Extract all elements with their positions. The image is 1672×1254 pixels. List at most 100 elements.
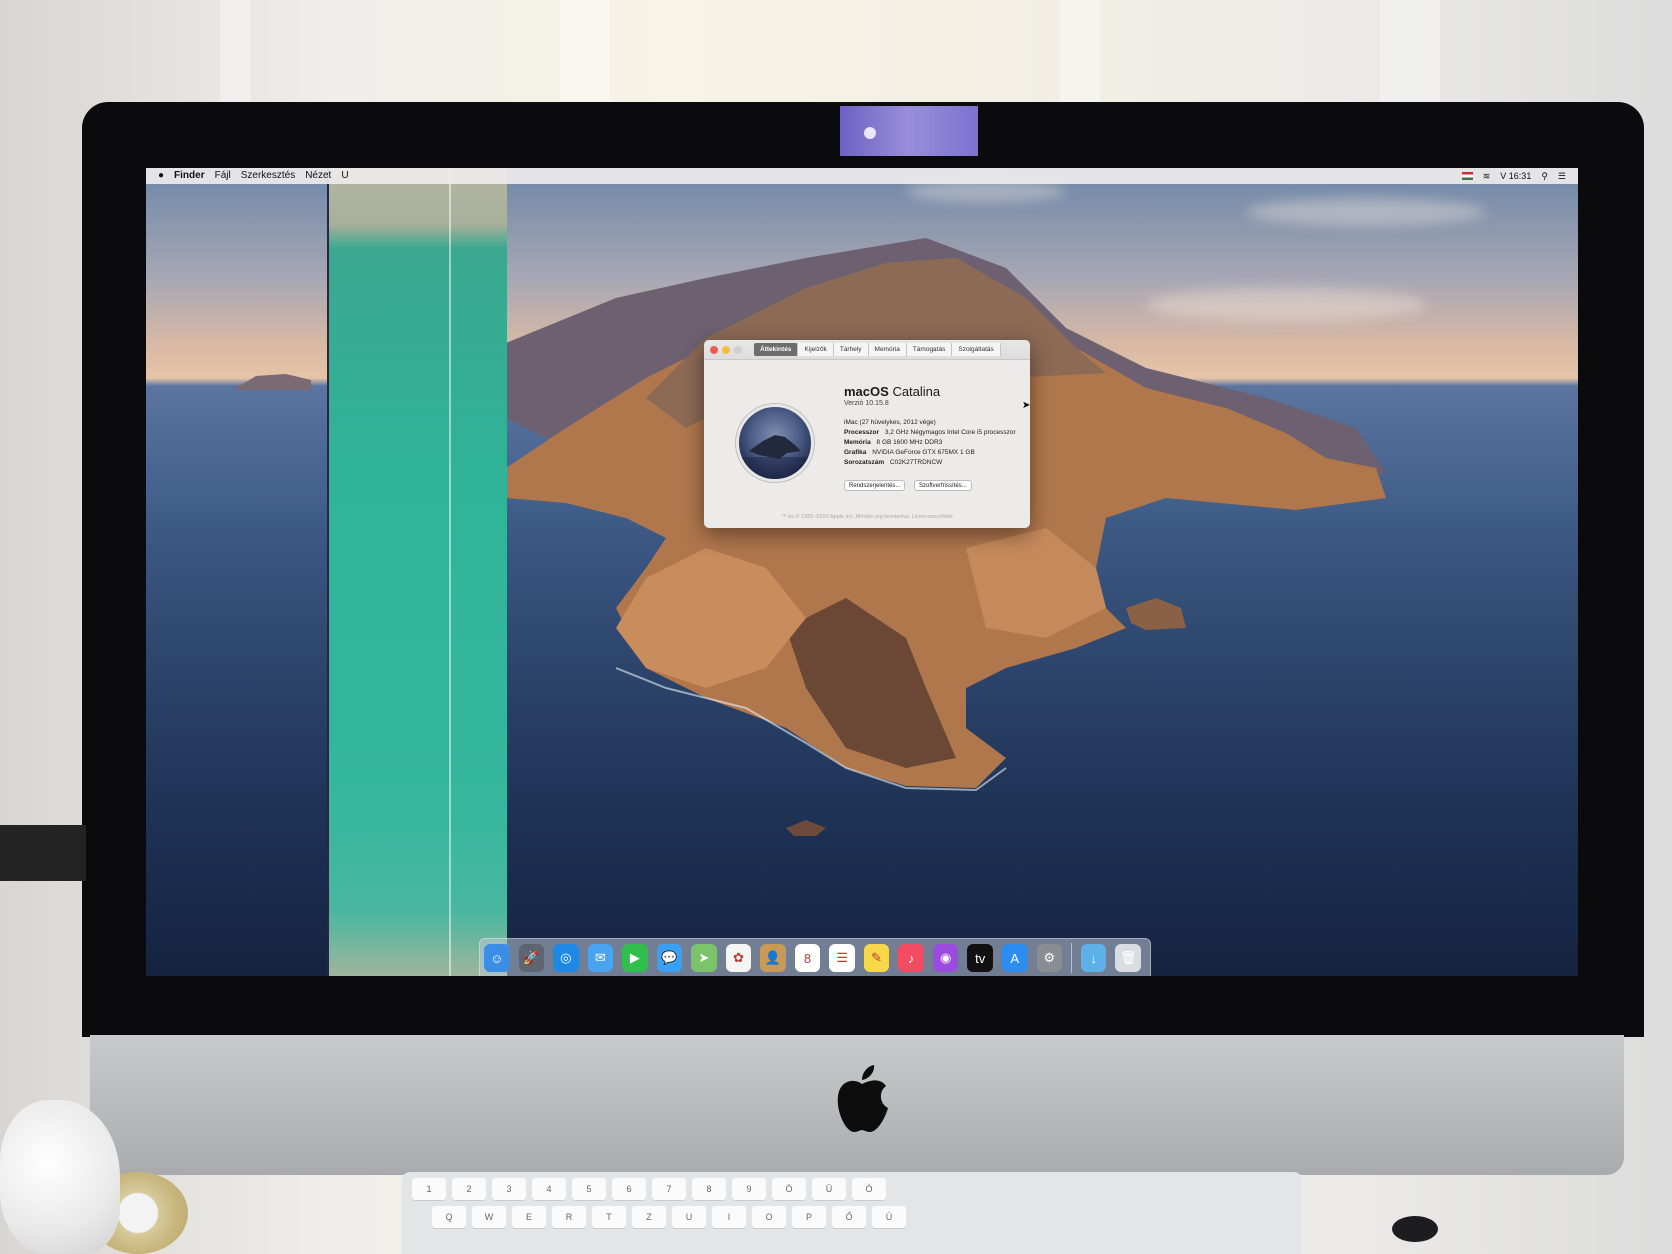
keyboard-key: 5: [572, 1178, 606, 1200]
keyboard-key: 9: [732, 1178, 766, 1200]
music-icon[interactable]: ♪: [898, 944, 924, 972]
menu-file[interactable]: Fájl: [215, 168, 231, 184]
spec-row-graphics: Grafika NVIDIA GeForce GTX 675MX 1 GB: [844, 449, 975, 456]
messages-icon[interactable]: 💬: [656, 944, 683, 972]
keyboard-key: 3: [492, 1178, 526, 1200]
os-name: macOS Catalina: [844, 384, 940, 399]
window-titlebar: Áttekintés Kijelzők Tárhely Memória Támo…: [704, 340, 1030, 360]
keyboard-key: 6: [612, 1178, 646, 1200]
cable-grommet: [1392, 1216, 1438, 1242]
tab-service[interactable]: Szolgáltatás: [952, 343, 1001, 356]
os-name-light: Catalina: [892, 384, 941, 399]
system-preferences-icon[interactable]: ⚙: [1036, 944, 1063, 972]
glitch-edge: [327, 168, 329, 976]
keyboard-key: O: [752, 1206, 786, 1228]
app-store-icon[interactable]: A: [1001, 944, 1028, 972]
spotlight-search-icon[interactable]: ⚲: [1541, 171, 1548, 182]
spec-value: C02K27TRDNCW: [889, 459, 943, 466]
facetime-icon[interactable]: ▶: [622, 944, 648, 972]
notification-center-icon[interactable]: ☰: [1558, 171, 1566, 182]
menu-bar: ● Finder Fájl Szerkesztés Nézet U ≋ V 16…: [146, 168, 1578, 184]
tissue: [0, 1100, 120, 1254]
camera-glare: [840, 106, 978, 156]
keyboard-key: 1: [412, 1178, 446, 1200]
menu-edit[interactable]: Szerkesztés: [241, 168, 295, 184]
close-button[interactable]: [710, 346, 718, 354]
about-this-mac-window: Áttekintés Kijelzők Tárhely Memória Támo…: [704, 340, 1030, 528]
keyboard-key: 4: [532, 1178, 566, 1200]
tab-storage[interactable]: Tárhely: [833, 343, 869, 356]
spec-row-memory: Memória 8 GB 1600 MHz DDR3: [844, 439, 942, 446]
menu-go[interactable]: U: [341, 168, 348, 184]
keyboard-key: 2: [452, 1178, 486, 1200]
keyboard-key: Ö: [772, 1178, 806, 1200]
spec-label: Sorozatszám: [844, 459, 885, 466]
spec-value: 3,2 GHz Négymagos Intel Core i5 processz…: [884, 429, 1016, 436]
os-name-bold: macOS: [844, 384, 889, 399]
keyboard-key: I: [712, 1206, 746, 1228]
keyboard-key: 7: [652, 1178, 686, 1200]
tab-support[interactable]: Támogatás: [906, 343, 953, 356]
keyboard-key: P: [792, 1206, 826, 1228]
calendar-icon[interactable]: 8: [794, 944, 821, 972]
tab-displays[interactable]: Kijelzők: [798, 343, 834, 356]
spec-label: Grafika: [844, 449, 867, 456]
curtain: [1380, 0, 1440, 110]
curtain: [560, 0, 610, 110]
keyboard-key: Z: [632, 1206, 666, 1228]
model-name: iMac (27 hüvelykes, 2012 vége): [844, 419, 936, 426]
product-box: [0, 825, 86, 881]
tab-overview[interactable]: Áttekintés: [754, 343, 799, 356]
keyboard-key: T: [592, 1206, 626, 1228]
keyboard-key: R: [552, 1206, 586, 1228]
keyboard-key: 8: [692, 1178, 726, 1200]
launchpad-icon[interactable]: 🚀: [518, 944, 545, 972]
apple-logo-icon: [837, 1065, 888, 1132]
menu-app-name[interactable]: Finder: [174, 168, 205, 184]
software-update-button[interactable]: Szoftverfrissítés...: [914, 480, 972, 491]
keyboard-key: Ú: [872, 1206, 906, 1228]
safari-icon[interactable]: ◎: [553, 944, 579, 972]
macos-catalina-icon: [736, 404, 814, 482]
apple-menu-icon[interactable]: ●: [158, 168, 164, 184]
spec-label: Processzor: [844, 429, 880, 436]
contacts-icon[interactable]: 👤: [760, 944, 786, 972]
keyboard-key: Ő: [832, 1206, 866, 1228]
spec-value: 8 GB 1600 MHz DDR3: [876, 439, 943, 446]
glitch-line: [449, 168, 451, 976]
tab-memory[interactable]: Memória: [868, 343, 907, 356]
mouse-cursor-icon: ➤: [1022, 400, 1031, 411]
keyboard-key: Ü: [812, 1178, 846, 1200]
podcasts-icon[interactable]: ◉: [932, 944, 959, 972]
os-version: Verzió 10.15.8: [844, 400, 889, 407]
minimize-button[interactable]: [722, 346, 730, 354]
menu-clock[interactable]: V 16:31: [1500, 171, 1531, 181]
curtain: [1060, 0, 1100, 110]
maps-icon[interactable]: ➤: [691, 944, 717, 972]
menu-bar-right: ≋ V 16:31 ⚲ ☰: [1452, 168, 1566, 184]
system-report-button[interactable]: Rendszerjelentés...: [844, 480, 906, 491]
copyright-footer: ™ és © 1983–2020 Apple Inc. Minden jog f…: [781, 514, 953, 520]
tab-bar: Áttekintés Kijelzők Tárhely Memória Támo…: [754, 343, 1001, 356]
keyboard-key: E: [512, 1206, 546, 1228]
finder-icon[interactable]: ☺: [484, 944, 510, 972]
keyboard-key: W: [472, 1206, 506, 1228]
keyboard-key: Ó: [852, 1178, 886, 1200]
dock-separator: [1071, 943, 1072, 973]
spec-row-serial: Sorozatszám C02K27TRDNCW: [844, 459, 942, 466]
input-source-flag-icon[interactable]: [1461, 172, 1473, 180]
reminders-icon[interactable]: ☰: [829, 944, 855, 972]
menu-view[interactable]: Nézet: [305, 168, 331, 184]
tv-icon[interactable]: tv: [967, 944, 993, 972]
spec-label: Memória: [844, 439, 871, 446]
photos-icon[interactable]: ✿: [725, 944, 752, 972]
trash-icon[interactable]: 🗑: [1115, 944, 1141, 972]
wifi-icon[interactable]: ≋: [1483, 171, 1491, 182]
notes-icon[interactable]: ✎: [863, 944, 890, 972]
desktop-screen: ● Finder Fájl Szerkesztés Nézet U ≋ V 16…: [146, 168, 1578, 976]
downloads-folder-icon[interactable]: ↓: [1080, 944, 1107, 972]
spec-row-processor: Processzor 3,2 GHz Négymagos Intel Core …: [844, 429, 1016, 436]
dock: ☺ 🚀 ◎ ✉ ▶ 💬 ➤ ✿ 👤 8 ☰ ✎ ♪ ◉ tv A ⚙ ↓ 🗑: [479, 938, 1151, 976]
zoom-button[interactable]: [734, 346, 742, 354]
mail-icon[interactable]: ✉: [587, 944, 614, 972]
